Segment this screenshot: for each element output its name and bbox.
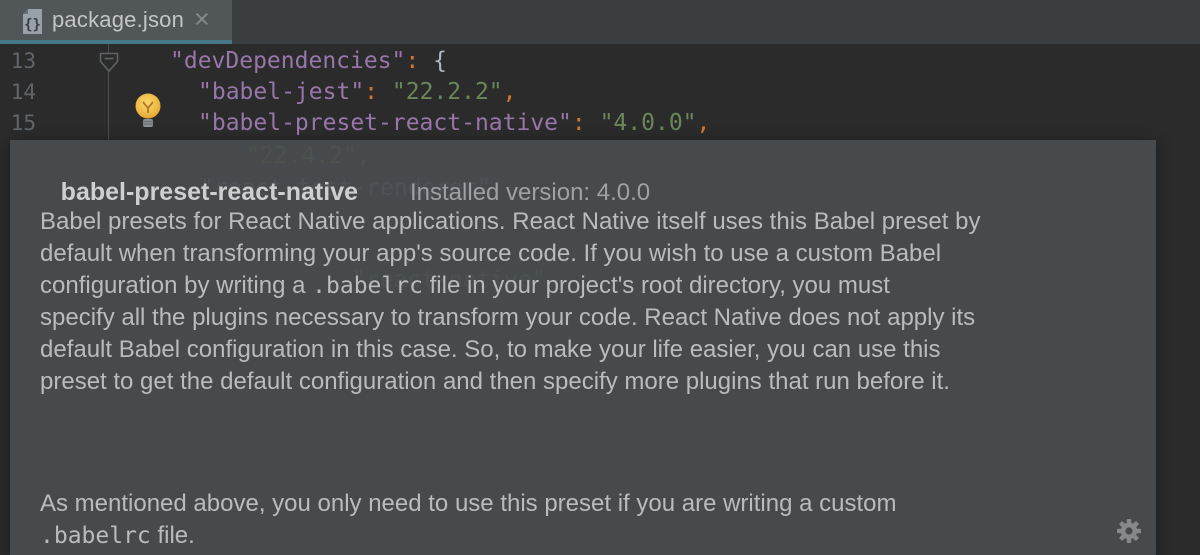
- active-tab-underline: [0, 40, 232, 44]
- tab-close-icon[interactable]: ×: [194, 0, 210, 40]
- line-number: 15: [0, 108, 36, 139]
- doc-paragraph-line: configuration by writing a .babelrc file…: [40, 270, 890, 302]
- doc-paragraph-line: As mentioned above, you only need to use…: [40, 488, 896, 520]
- intention-bulb-icon[interactable]: [134, 92, 162, 135]
- doc-paragraph-line: preset to get the default configuration …: [40, 366, 950, 398]
- fold-collapse-icon[interactable]: [99, 52, 119, 79]
- installed-version: Installed version: 4.0.0: [410, 179, 650, 206]
- code-line-13: 13 "devDependencies": {: [0, 46, 1200, 77]
- documentation-popup: "22.4.2", "react-test-renderer" "react-n…: [10, 140, 1156, 555]
- json-file-icon: {}: [21, 8, 44, 40]
- ide-window: {} package.json × 13 "devDependencies": …: [0, 0, 1200, 555]
- line-number: 13: [0, 46, 36, 77]
- doc-paragraph-line: default Babel configuration in this case…: [40, 334, 941, 366]
- doc-paragraph-line: specify all the plugins necessary to tra…: [40, 302, 975, 334]
- tab-title: package.json: [52, 0, 184, 40]
- doc-paragraph-line: Babel presets for React Native applicati…: [40, 206, 980, 238]
- editor-tab-bar: {} package.json ×: [0, 0, 1200, 44]
- svg-text:{}: {}: [24, 17, 41, 33]
- package-name: babel-preset-react-native: [61, 178, 358, 206]
- doc-paragraph-line: default when transforming your app's sou…: [40, 238, 941, 270]
- settings-gear-icon[interactable]: [1115, 517, 1143, 545]
- code-line-15: 15 "babel-preset-react-native": "4.0.0",: [0, 108, 1200, 139]
- code-line-14: 14 "babel-jest": "22.2.2",: [0, 77, 1200, 108]
- popup-header: babel-preset-react-nativeInstalled versi…: [34, 160, 650, 192]
- doc-paragraph-line: .babelrc file.: [40, 520, 195, 552]
- tab-package-json[interactable]: {} package.json ×: [0, 0, 232, 44]
- line-number: 14: [0, 77, 36, 108]
